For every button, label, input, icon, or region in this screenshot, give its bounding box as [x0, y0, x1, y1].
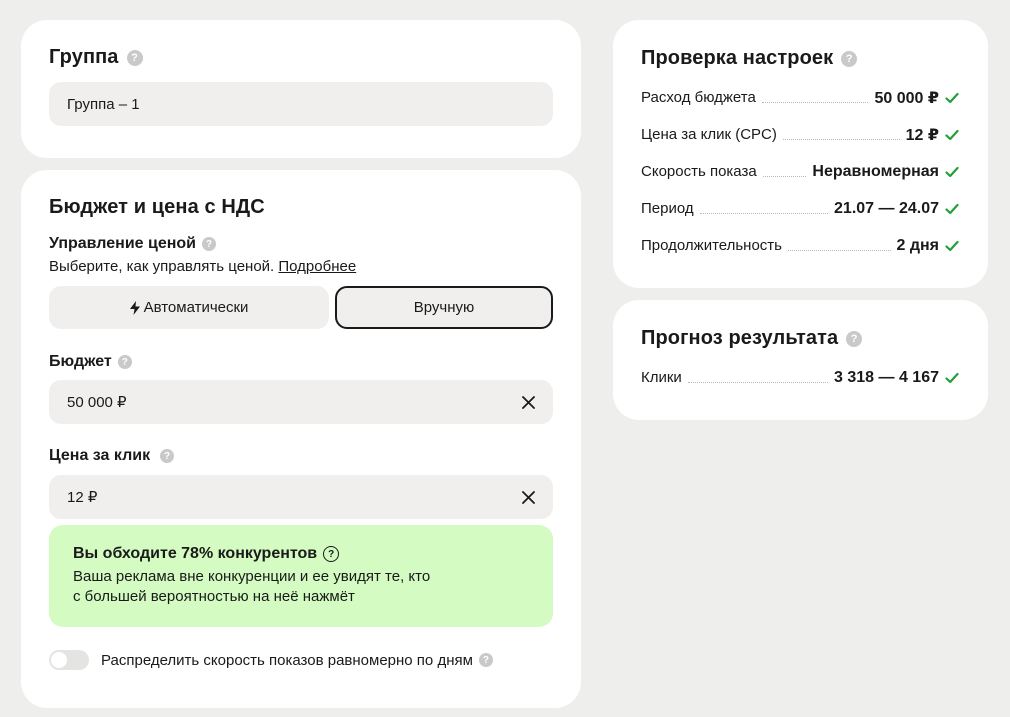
competition-promo: Вы обходите 78% конкурентов ? Ваша рекла…: [49, 525, 553, 627]
leader-dots: [761, 102, 869, 103]
group-title: Группа: [49, 46, 119, 68]
check-row-key: Расход бюджета: [641, 89, 756, 106]
forecast-rows: Клики 3 318 — 4 167: [641, 359, 959, 396]
group-name-value: Группа – 1: [67, 95, 140, 113]
check-title-row: Проверка настроек ?: [641, 47, 858, 70]
promo-line: с большей вероятностью на неё нажмёт: [73, 588, 355, 605]
check-row-key: Цена за клик (CPC): [641, 126, 777, 143]
budget-card: Бюджет и цена с НДС Управление ценой ? В…: [21, 170, 581, 708]
check-icon: [945, 203, 959, 215]
close-icon[interactable]: [521, 490, 535, 504]
check-rows: Расход бюджета 50 000 ₽ Цена за клик (CP…: [641, 79, 959, 264]
price-control-label-row: Управление ценой ?: [49, 235, 217, 253]
price-mode-auto-label: Автоматически: [143, 299, 249, 316]
check-row: Цена за клик (CPC) 12 ₽: [641, 116, 959, 153]
even-speed-label: Распределить скорость показов равномерно…: [101, 651, 473, 669]
check-icon: [945, 129, 959, 141]
help-icon[interactable]: ?: [117, 355, 132, 369]
even-speed-toggle[interactable]: [49, 650, 89, 670]
check-row: Расход бюджета 50 000 ₽: [641, 79, 959, 116]
check-icon: [945, 92, 959, 104]
forecast-title-row: Прогноз результата ?: [641, 327, 863, 350]
help-icon[interactable]: ?: [160, 449, 175, 463]
help-icon[interactable]: ?: [478, 653, 493, 667]
price-control-label: Управление ценой: [49, 235, 197, 252]
check-row-key: Период: [641, 200, 694, 217]
price-control-hint: Выберите, как управлять ценой.: [49, 258, 275, 275]
check-title: Проверка настроек: [641, 47, 834, 69]
budget-value: 50 000 ₽: [67, 394, 127, 411]
promo-title-row: Вы обходите 78% конкурентов ?: [73, 545, 529, 563]
forecast-title: Прогноз результата: [641, 327, 839, 349]
forecast-row: Клики 3 318 — 4 167: [641, 359, 959, 396]
help-icon[interactable]: ?: [126, 49, 143, 66]
help-icon[interactable]: ?: [202, 237, 217, 251]
cpc-label: Цена за клик: [49, 447, 151, 464]
check-row: Продолжительность 2 дня: [641, 227, 959, 264]
check-row-value: Неравномерная: [812, 162, 939, 180]
budget-input[interactable]: 50 000 ₽: [49, 380, 553, 424]
even-speed-toggle-row: Распределить скорость показов равномерно…: [49, 650, 493, 670]
settings-check-card: Проверка настроек ? Расход бюджета 50 00…: [613, 20, 988, 288]
budget-title: Бюджет и цена с НДС: [49, 196, 265, 218]
check-row-value: 12 ₽: [905, 126, 939, 144]
budget-label-row: Бюджет ?: [49, 353, 132, 371]
leader-dots: [699, 213, 829, 214]
more-link[interactable]: Подробнее: [278, 258, 356, 275]
check-row: Скорость показа Неравномерная: [641, 153, 959, 190]
group-card: Группа ? Группа – 1: [21, 20, 581, 158]
check-icon: [945, 166, 959, 178]
check-row-value: 21.07 — 24.07: [834, 199, 939, 217]
close-icon[interactable]: [521, 395, 535, 409]
forecast-row-key: Клики: [641, 369, 682, 386]
check-icon: [945, 372, 959, 384]
check-row-value: 2 дня: [896, 236, 940, 254]
leader-dots: [762, 176, 807, 177]
lightning-icon: [129, 300, 140, 315]
toggle-knob: [51, 652, 67, 668]
group-title-row: Группа ?: [49, 46, 143, 69]
promo-title: Вы обходите 78% конкурентов: [73, 545, 318, 562]
question-circle-icon[interactable]: ?: [323, 546, 340, 562]
check-row-key: Продолжительность: [641, 237, 782, 254]
check-row: Период 21.07 — 24.07: [641, 190, 959, 227]
price-control-hint-row: Выберите, как управлять ценой. Подробнее: [49, 258, 356, 275]
promo-text: Ваша реклама вне конкуренции и ее увидят…: [73, 567, 529, 607]
budget-label: Бюджет: [49, 353, 112, 370]
help-icon[interactable]: ?: [846, 330, 863, 347]
check-row-value: 50 000 ₽: [874, 89, 939, 107]
cpc-value: 12 ₽: [67, 489, 98, 506]
forecast-card: Прогноз результата ? Клики 3 318 — 4 167: [613, 300, 988, 420]
cpc-label-row: Цена за клик ?: [49, 447, 175, 465]
cpc-input[interactable]: 12 ₽: [49, 475, 553, 519]
price-mode-auto-button[interactable]: Автоматически: [49, 286, 329, 329]
forecast-row-value: 3 318 — 4 167: [834, 368, 939, 386]
help-icon[interactable]: ?: [841, 50, 858, 67]
check-icon: [945, 240, 959, 252]
price-mode-manual-label: Вручную: [413, 299, 475, 316]
promo-line: Ваша реклама вне конкуренции и ее увидят…: [73, 568, 431, 585]
leader-dots: [788, 250, 891, 251]
group-name-field[interactable]: Группа – 1: [49, 82, 553, 126]
leader-dots: [687, 382, 829, 383]
check-row-key: Скорость показа: [641, 163, 757, 180]
price-mode-manual-button[interactable]: Вручную: [335, 286, 553, 329]
leader-dots: [782, 139, 900, 140]
